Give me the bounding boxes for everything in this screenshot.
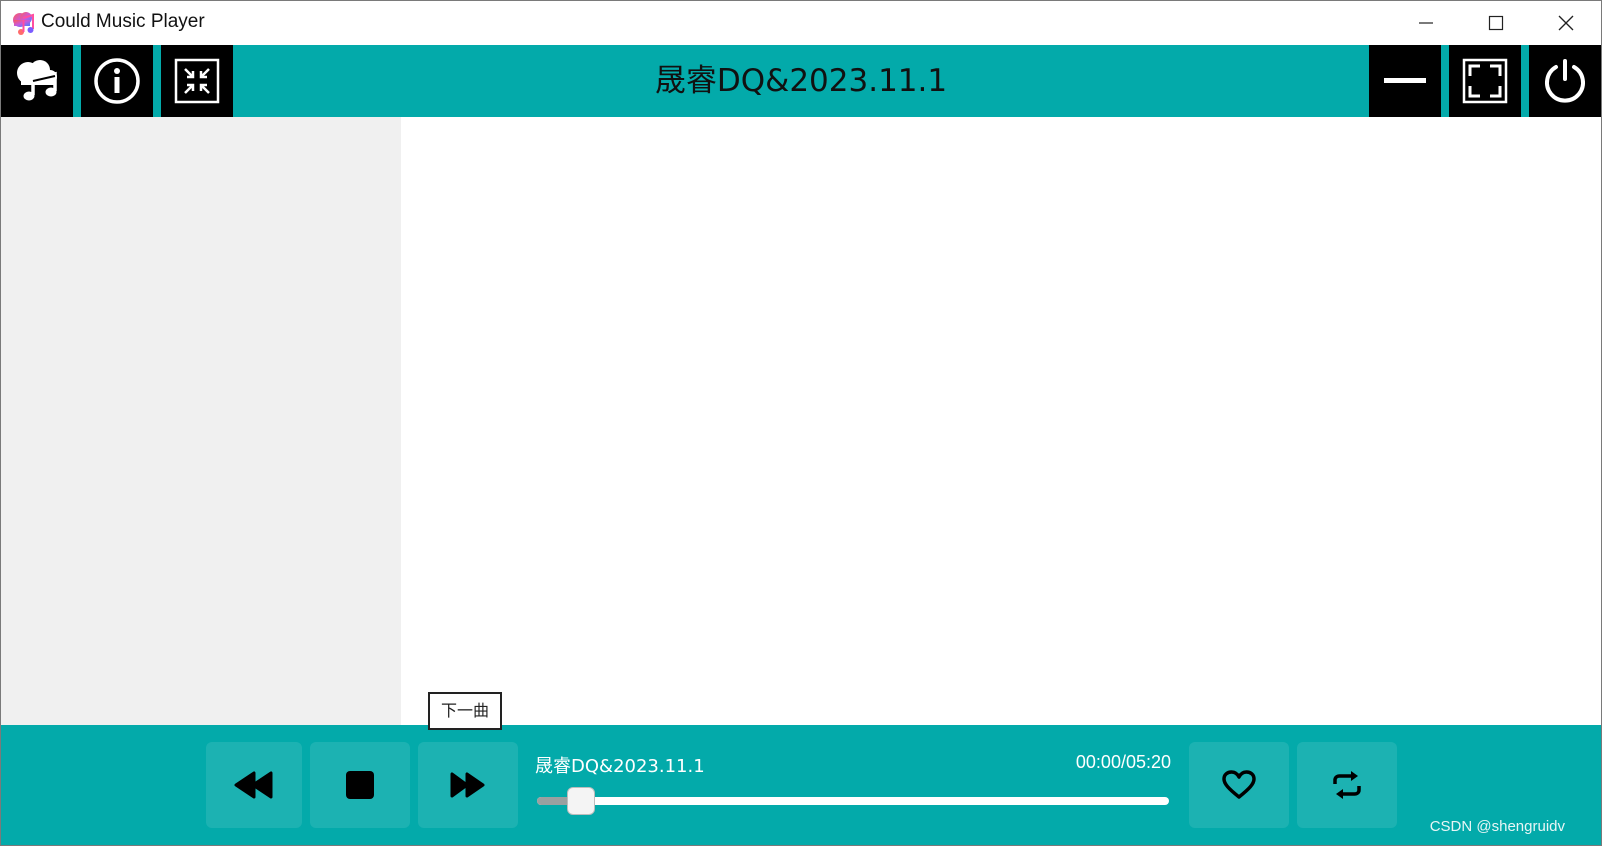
rewind-icon xyxy=(234,771,273,799)
music-cloud-app-icon xyxy=(11,10,37,36)
progress-slider[interactable] xyxy=(537,787,1169,815)
music-cloud-button[interactable] xyxy=(1,45,73,117)
power-button[interactable] xyxy=(1529,45,1601,117)
window-close-button[interactable] xyxy=(1531,1,1601,45)
close-icon xyxy=(1558,15,1574,31)
heart-icon xyxy=(1222,770,1256,799)
fast-forward-icon xyxy=(450,772,485,798)
repeat-button[interactable] xyxy=(1297,742,1397,828)
window-maximize-button[interactable] xyxy=(1461,1,1531,45)
minimize-icon xyxy=(1419,22,1433,24)
window-title: Could Music Player xyxy=(41,11,205,32)
power-icon xyxy=(1545,59,1585,103)
previous-button[interactable] xyxy=(206,742,302,828)
time-readout: 00:00/05:20 xyxy=(1075,752,1171,772)
music-cloud-icon xyxy=(17,60,57,101)
progress-thumb[interactable] xyxy=(567,787,596,815)
stop-icon xyxy=(346,771,374,799)
window-minimize-button[interactable] xyxy=(1391,1,1461,45)
player-bar: 晟睿DQ&2023.11.1 00:00/05:20 CSDN @shengru… xyxy=(1,725,1601,845)
compress-button[interactable] xyxy=(161,45,233,117)
next-button[interactable] xyxy=(418,742,518,828)
title-bar: Could Music Player xyxy=(1,1,1601,45)
repeat-icon xyxy=(1333,771,1361,799)
fullscreen-icon xyxy=(1462,58,1508,104)
stop-button[interactable] xyxy=(310,742,410,828)
main-content-panel xyxy=(401,117,1601,725)
minimize-bar-button[interactable] xyxy=(1369,45,1441,117)
info-button[interactable] xyxy=(81,45,153,117)
maximize-icon xyxy=(1488,15,1504,31)
info-icon xyxy=(94,58,140,104)
fullscreen-button[interactable] xyxy=(1449,45,1521,117)
song-title: 晟睿DQ&2023.11.1 xyxy=(654,63,948,99)
compress-icon xyxy=(174,58,220,104)
minimize-bar-icon xyxy=(1384,78,1426,83)
favorite-button[interactable] xyxy=(1189,742,1289,828)
watermark: CSDN @shengruidv xyxy=(1429,818,1565,835)
app-window: Could Music Player 晟睿DQ&2023.11.1 晟睿DQ&2… xyxy=(0,0,1602,846)
now-playing-label: 晟睿DQ&2023.11.1 xyxy=(535,756,705,777)
next-button-tooltip: 下一曲 xyxy=(428,692,503,730)
sidebar-panel xyxy=(1,117,401,725)
top-toolbar: 晟睿DQ&2023.11.1 xyxy=(1,45,1601,117)
